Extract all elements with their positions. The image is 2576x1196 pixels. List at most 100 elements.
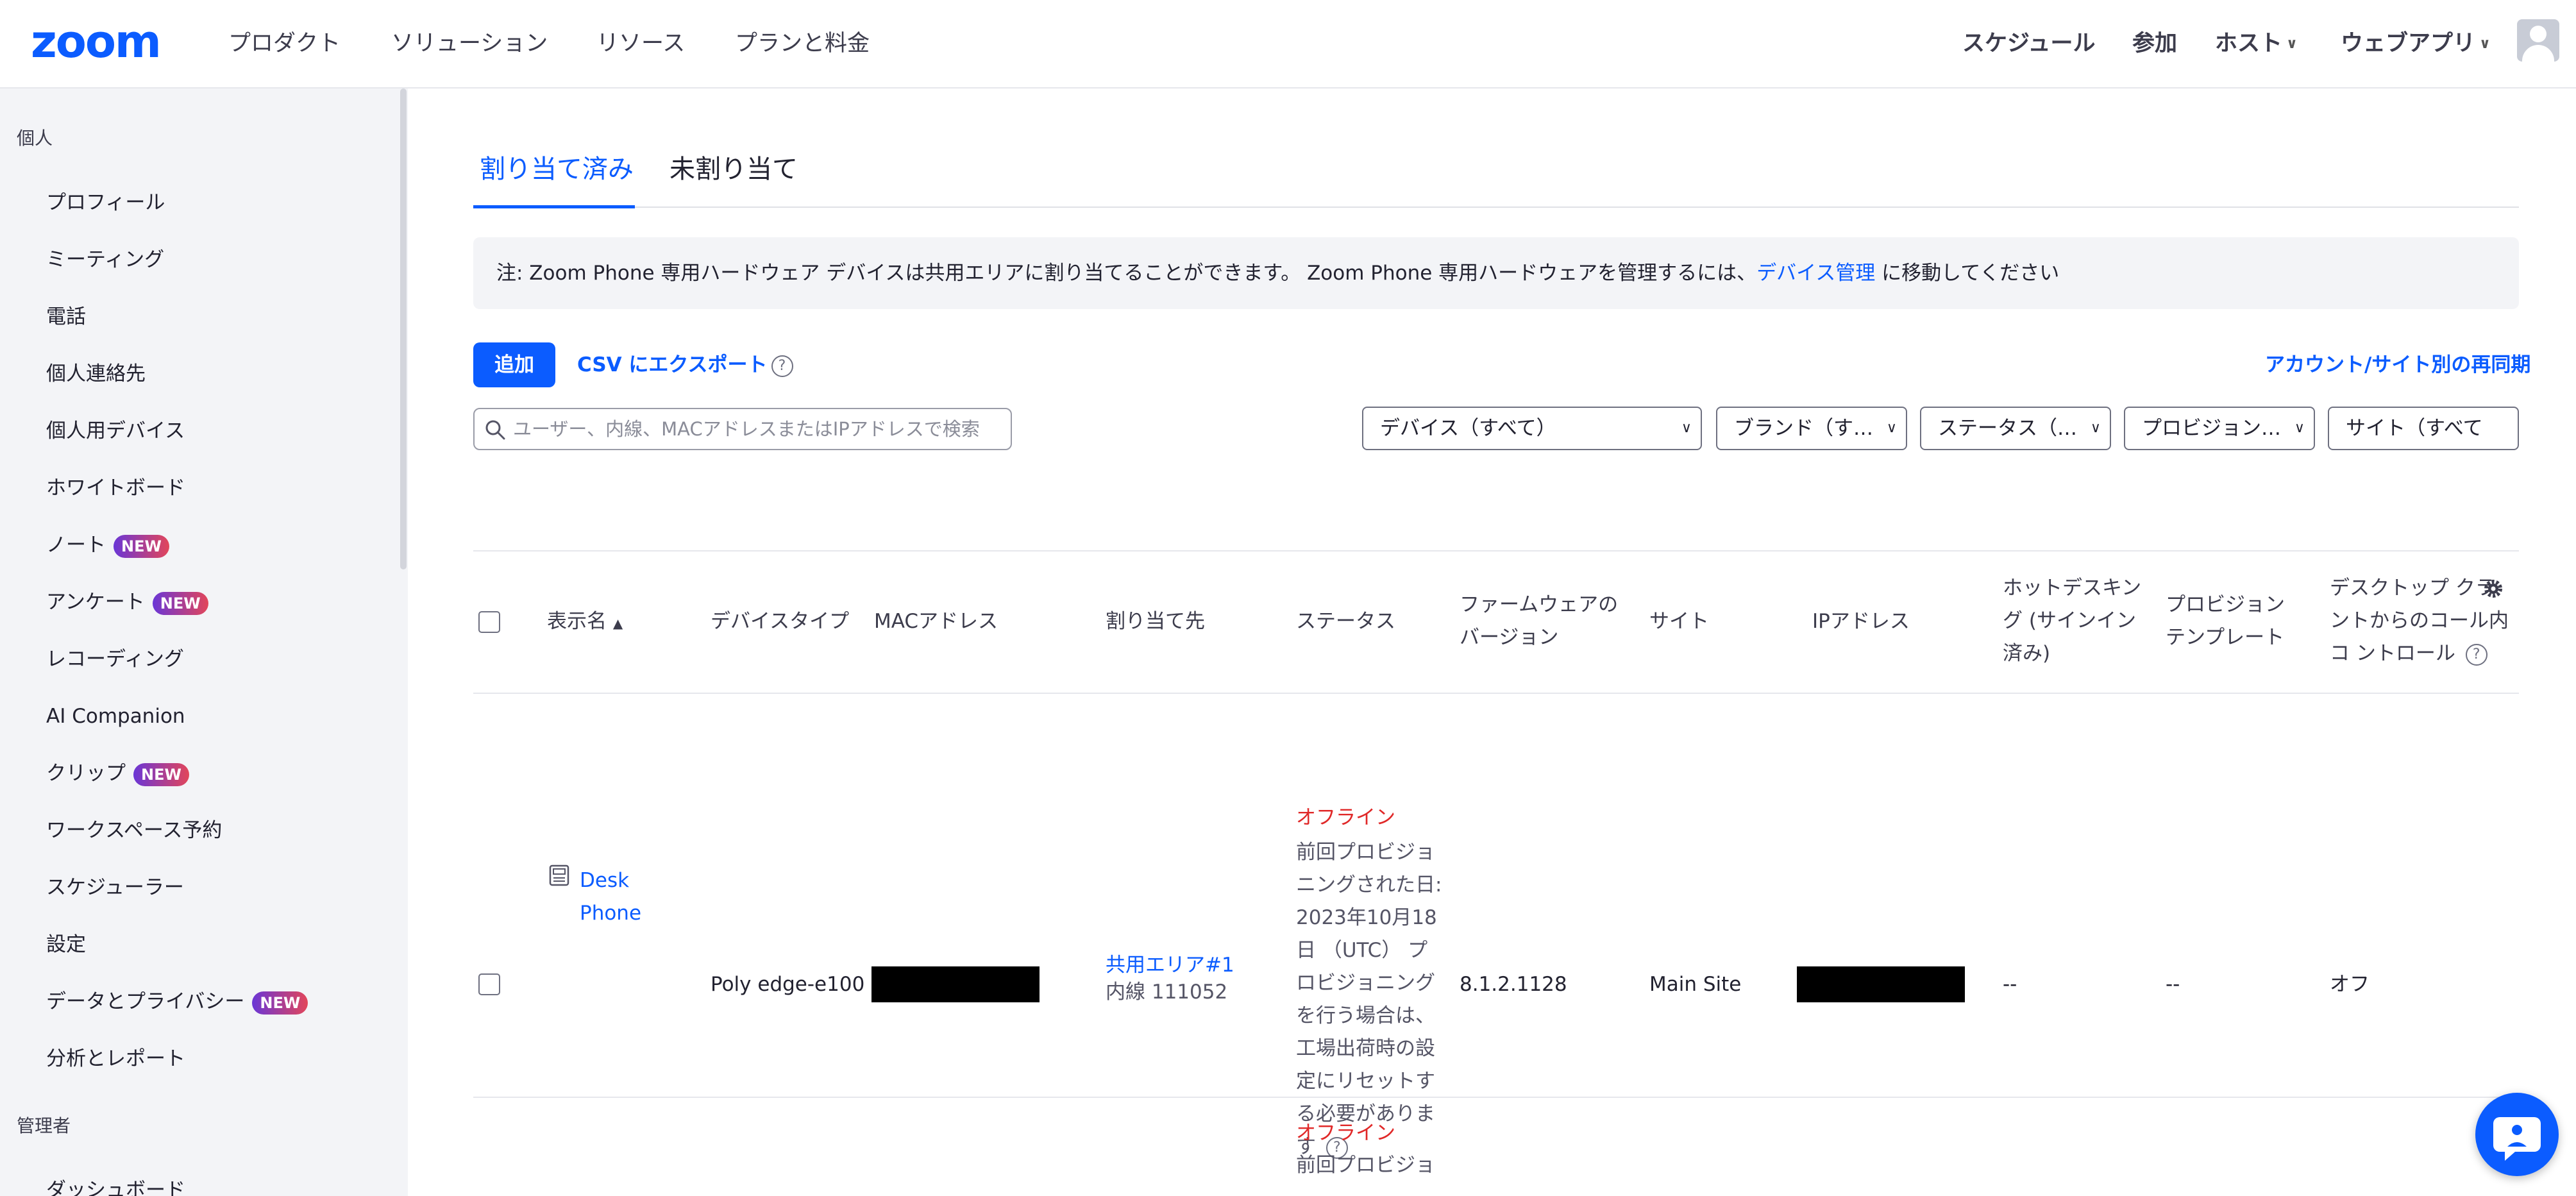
zoom-logo[interactable]: zoom xyxy=(31,19,162,64)
sidebar-item-label: スケジューラー xyxy=(46,876,184,899)
status-filter-select[interactable]: ステータス（… ∨ xyxy=(1920,407,2111,450)
sidebar-item-recordings[interactable]: レコーディング xyxy=(46,646,184,672)
sidebar-item-personal-devices[interactable]: 個人用デバイス xyxy=(46,418,185,444)
row-divider xyxy=(473,1097,2519,1098)
sidebar-item-phone[interactable]: 電話 xyxy=(46,304,86,330)
sidebar-item-meetings[interactable]: ミーティング xyxy=(46,247,164,273)
nav-webapp[interactable]: ウェブアプリ ∨ xyxy=(2341,29,2491,58)
sidebar-item-label: プロフィール xyxy=(46,191,165,214)
column-header-mac: MACアドレス xyxy=(874,610,998,633)
chat-bot-icon xyxy=(2493,1117,2541,1161)
sidebar-item-personal-contacts[interactable]: 個人連絡先 xyxy=(46,361,146,387)
row-checkbox[interactable] xyxy=(478,973,500,995)
column-header-site: サイト xyxy=(1649,610,1709,633)
status-detail-text: 前回プロビジョニングされた日: 2023年10月18日 （UTC） プロビジョニ… xyxy=(1296,836,1444,1163)
sidebar-item-label: クリップ xyxy=(46,762,126,785)
sidebar-item-dashboard[interactable]: ダッシュボード xyxy=(46,1177,185,1196)
column-header-hot-desking: ホットデスキング (サインイン済み) xyxy=(2003,577,2142,665)
nav-webapp-label: ウェブアプリ xyxy=(2341,31,2476,56)
search-input[interactable] xyxy=(512,414,1006,444)
hot-desking-cell: -- xyxy=(2003,973,2017,996)
sidebar-section-admin: 管理者 xyxy=(17,1115,71,1136)
sidebar-item-profile[interactable]: プロフィール xyxy=(46,190,165,215)
table-header-border xyxy=(473,693,2519,694)
sidebar-item-surveys[interactable]: アンケート NEW xyxy=(46,589,208,615)
device-type-cell: Poly edge-e100 xyxy=(711,973,865,996)
sidebar-item-notes[interactable]: ノート NEW xyxy=(46,532,169,558)
filter-label: サイト（すべて xyxy=(2346,417,2483,440)
sort-icon[interactable]: ▲ xyxy=(613,616,623,631)
chevron-down-icon: ∨ xyxy=(2090,420,2101,436)
column-header-ip: IPアドレス xyxy=(1812,610,1910,633)
site-filter-select[interactable]: サイト（すべて xyxy=(2328,407,2519,450)
filter-label: ブランド（す… xyxy=(1734,417,1873,440)
nav-pricing[interactable]: プランと料金 xyxy=(735,29,870,58)
sidebar-scrollbar[interactable] xyxy=(400,88,407,569)
sidebar-item-clips[interactable]: クリップ NEW xyxy=(46,761,189,786)
device-display-name-link[interactable]: Desk Phone xyxy=(580,864,663,930)
chevron-down-icon: ∨ xyxy=(2286,36,2298,52)
nav-schedule[interactable]: スケジュール xyxy=(1962,29,2096,58)
device-filter-select[interactable]: デバイス（すべて） ∨ xyxy=(1362,407,1702,450)
sidebar-item-scheduler[interactable]: スケジューラー xyxy=(46,875,184,900)
search-icon xyxy=(485,420,505,440)
sidebar-item-label: アンケート xyxy=(46,591,145,614)
csv-export-button[interactable]: CSV にエクスポート? xyxy=(577,351,793,378)
tab-assigned[interactable]: 割り当て済み xyxy=(480,153,634,186)
nav-solutions[interactable]: ソリューション xyxy=(391,29,548,58)
sidebar-item-label: 設定 xyxy=(46,933,86,956)
nav-host-label: ホスト xyxy=(2215,31,2283,56)
sidebar-item-label: データとプライバシー xyxy=(46,990,245,1013)
ip-address-redacted xyxy=(1797,966,1965,1002)
sidebar-item-settings[interactable]: 設定 xyxy=(46,932,86,957)
device-management-link[interactable]: デバイス管理 xyxy=(1756,262,1875,285)
provisioning-filter-select[interactable]: プロビジョン… ∨ xyxy=(2124,407,2315,450)
firmware-cell: 8.1.2.1128 xyxy=(1460,973,1567,996)
main-content: 割り当て済み 未割り当て 注: Zoom Phone 専用ハードウェア デバイス… xyxy=(408,88,2576,1196)
desktop-control-cell: オフ xyxy=(2330,973,2370,996)
column-header-prov-template: プロビジョン テンプレート xyxy=(2166,593,2285,649)
new-badge: NEW xyxy=(114,534,169,558)
nav-join[interactable]: 参加 xyxy=(2132,29,2177,58)
sidebar-item-label: 電話 xyxy=(46,305,86,328)
mac-address-redacted xyxy=(871,966,1040,1002)
select-all-checkbox[interactable] xyxy=(478,611,500,633)
avatar[interactable] xyxy=(2517,19,2559,62)
column-header-status: ステータス xyxy=(1296,610,1395,633)
filter-label: プロビジョン… xyxy=(2142,417,2281,440)
extension-cell: 内線 111052 xyxy=(1106,981,1228,1004)
help-icon[interactable]: ? xyxy=(771,355,793,377)
sidebar-item-whiteboard[interactable]: ホワイトボード xyxy=(46,475,185,501)
column-header-label: 表示名 xyxy=(547,610,607,633)
assigned-to-link[interactable]: 共用エリア#1 xyxy=(1106,952,1234,979)
sidebar-item-label: ノート xyxy=(46,534,106,557)
add-button[interactable]: 追加 xyxy=(473,342,555,387)
chevron-down-icon: ∨ xyxy=(2479,36,2491,52)
notice-banner: 注: Zoom Phone 専用ハードウェア デバイスは共用エリアに割り当てるこ… xyxy=(473,237,2519,309)
column-header-display-name[interactable]: 表示名 ▲ xyxy=(547,605,623,640)
sidebar-item-analytics-reports[interactable]: 分析とレポート xyxy=(46,1046,185,1072)
sidebar-item-data-privacy[interactable]: データとプライバシー NEW xyxy=(46,989,308,1015)
sidebar-item-label: ミーティング xyxy=(46,248,165,271)
filter-label: デバイス（すべて） xyxy=(1380,417,1556,440)
chat-support-button[interactable] xyxy=(2475,1093,2559,1176)
status-detail-label: 前回プロビジョニングされた日: 2023年10月18日 （UTC） プロビジョニ… xyxy=(1296,841,1442,1158)
top-navigation: zoom プロダクト ソリューション リソース プランと料金 スケジュール 参加… xyxy=(0,0,2576,88)
avatar-head-shape xyxy=(2530,26,2547,42)
sidebar-item-workspace-reservation[interactable]: ワークスペース予約 xyxy=(46,818,222,843)
help-icon[interactable]: ? xyxy=(2465,643,2488,666)
tab-divider xyxy=(473,206,2519,208)
site-cell: Main Site xyxy=(1649,973,1742,996)
new-badge: NEW xyxy=(133,762,189,786)
column-header-device-type: デバイスタイプ xyxy=(711,610,850,633)
sidebar-item-ai-companion[interactable]: AI Companion xyxy=(46,703,185,729)
nav-products[interactable]: プロダクト xyxy=(228,29,341,58)
resync-link[interactable]: アカウント/サイト別の再同期 xyxy=(2265,351,2530,378)
nav-host[interactable]: ホスト ∨ xyxy=(2215,29,2298,58)
tab-unassigned[interactable]: 未割り当て xyxy=(669,153,798,186)
nav-resources[interactable]: リソース xyxy=(596,29,685,58)
column-header-assigned-to: 割り当て先 xyxy=(1106,610,1205,633)
brand-filter-select[interactable]: ブランド（す… ∨ xyxy=(1716,407,1907,450)
gear-icon[interactable] xyxy=(2480,576,2506,602)
sidebar-item-label: 分析とレポート xyxy=(46,1047,185,1070)
